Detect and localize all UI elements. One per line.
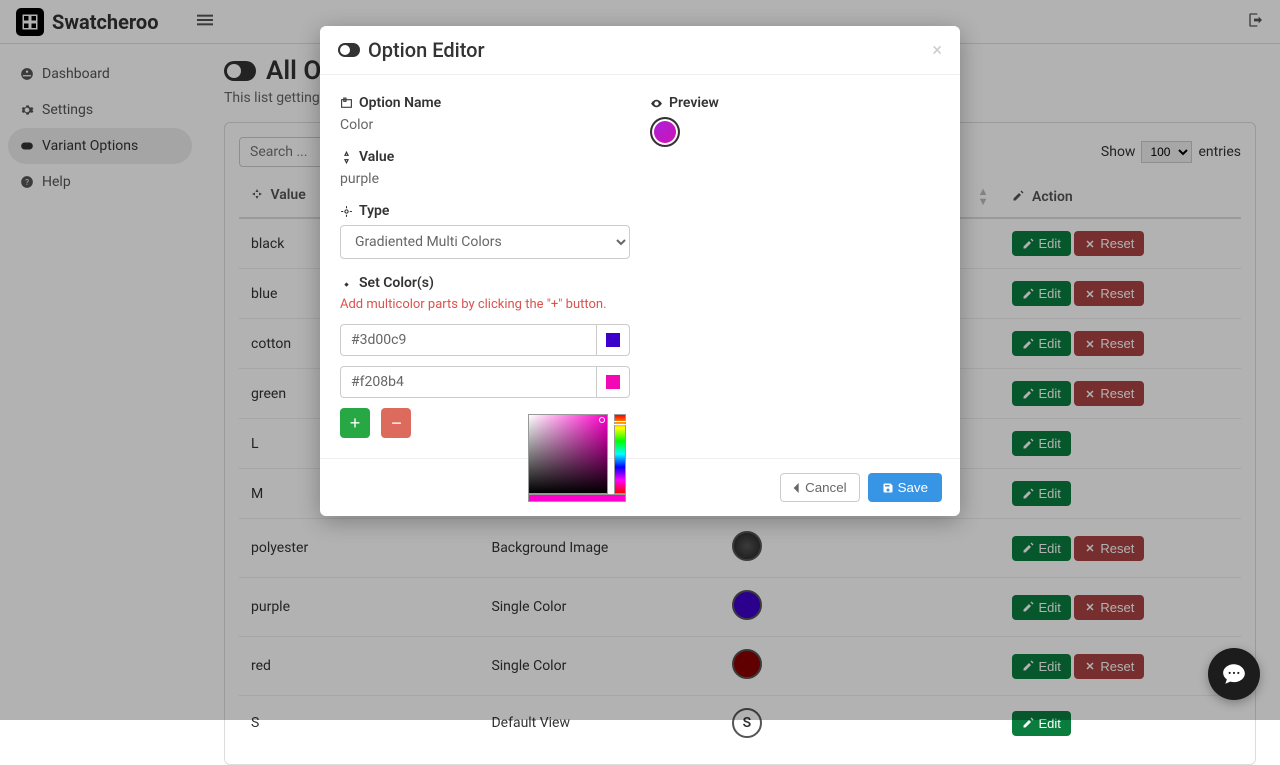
label-value: Value <box>340 149 630 165</box>
save-button[interactable]: Save <box>868 473 942 502</box>
option-editor-modal: Option Editor × Option Name Color Value … <box>320 26 960 516</box>
preview-swatch <box>650 117 680 147</box>
modal-title: Option Editor <box>368 38 485 62</box>
color-row <box>340 324 630 356</box>
modal-toggle-icon <box>338 43 360 57</box>
close-icon[interactable]: × <box>932 40 942 61</box>
color-picker[interactable] <box>528 414 626 502</box>
label-set-colors: Set Color(s) <box>340 275 630 291</box>
color-swatch-box[interactable] <box>596 324 630 356</box>
helper-text: Add multicolor parts by clicking the "+"… <box>340 297 630 312</box>
cancel-button[interactable]: Cancel <box>780 473 860 502</box>
value-field: purple <box>340 171 630 187</box>
chat-bubble[interactable] <box>1208 648 1260 700</box>
modal-overlay[interactable]: Option Editor × Option Name Color Value … <box>0 0 1280 720</box>
color-row <box>340 366 630 398</box>
label-preview: Preview <box>650 95 940 111</box>
add-color-button[interactable]: + <box>340 408 370 438</box>
value-option-name: Color <box>340 117 630 133</box>
label-option-name: Option Name <box>340 95 630 111</box>
color-hex-input[interactable] <box>340 366 596 398</box>
color-swatch-box[interactable] <box>596 366 630 398</box>
type-select[interactable]: Gradiented Multi Colors <box>340 225 630 259</box>
color-hex-input[interactable] <box>340 324 596 356</box>
label-type: Type <box>340 203 630 219</box>
remove-color-button[interactable]: − <box>381 408 411 438</box>
